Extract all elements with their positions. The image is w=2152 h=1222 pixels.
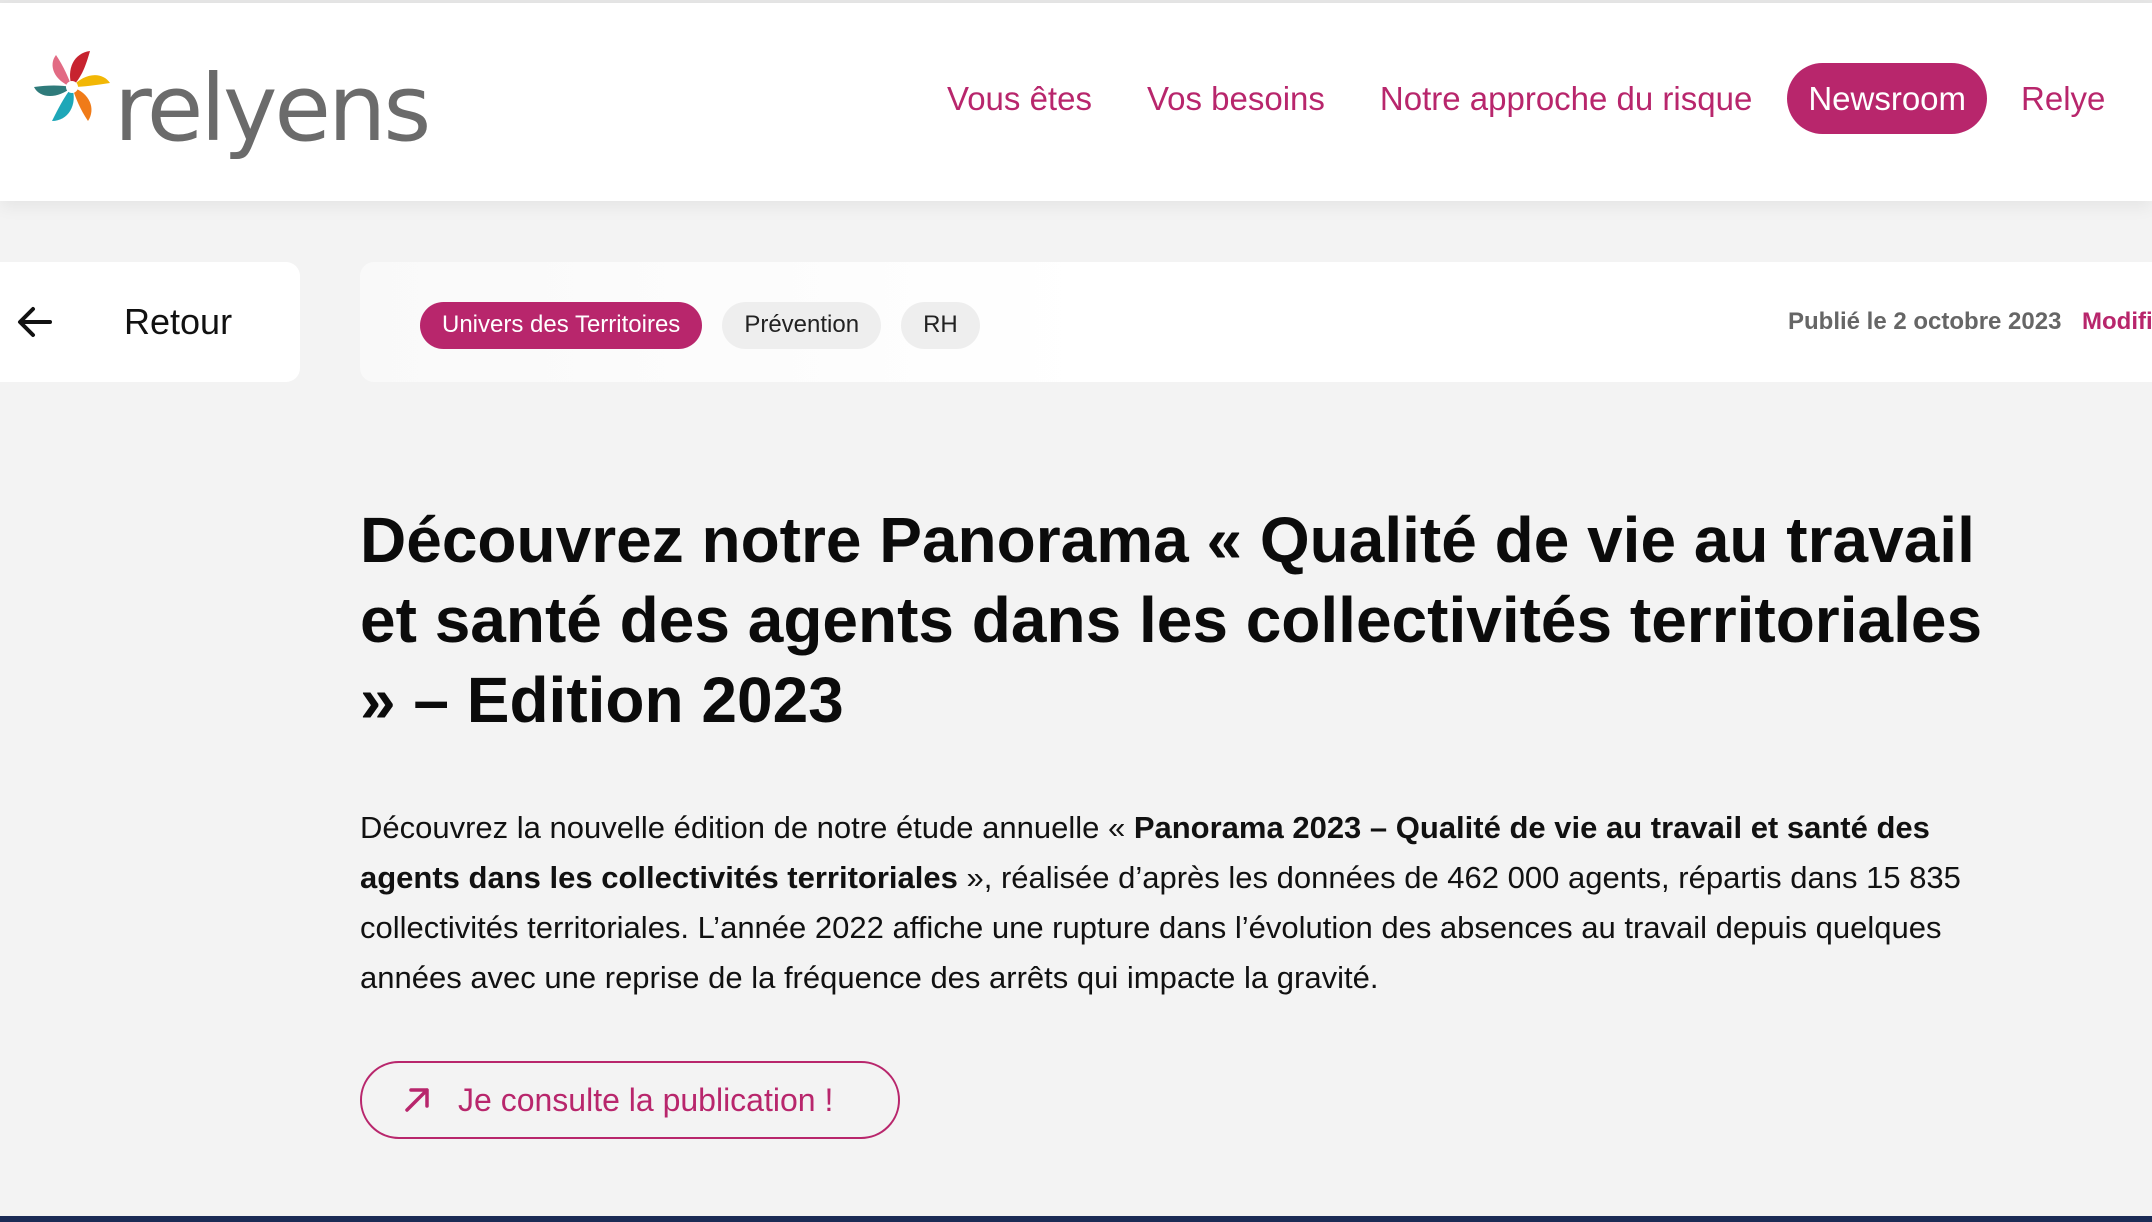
tag-rh[interactable]: RH	[901, 302, 980, 349]
nav-vos-besoins[interactable]: Vos besoins	[1147, 82, 1325, 115]
modified-link[interactable]: Modifi	[2082, 308, 2152, 336]
published-date: Publié le 2 octobre 2023	[1788, 308, 2062, 335]
article-meta-bar: Univers des Territoires Prévention RH Pu…	[360, 262, 2152, 382]
article-intro: Découvrez la nouvelle édition de notre é…	[360, 803, 2020, 1003]
back-button[interactable]: Retour	[0, 262, 300, 382]
article-title: Découvrez notre Panorama « Qualité de vi…	[360, 504, 1983, 736]
site-header: relyens Vous êtes Vos besoins Notre appr…	[0, 3, 2152, 201]
consult-publication-label: Je consulte la publication !	[458, 1081, 834, 1118]
footer-edge	[0, 1216, 2152, 1222]
arrow-left-icon	[18, 307, 52, 337]
consult-publication-button[interactable]: Je consulte la publication !	[360, 1061, 900, 1139]
nav-relyens-truncated[interactable]: Relye	[2021, 82, 2105, 115]
relyens-logo-icon	[34, 51, 110, 121]
tag-univers-des-territoires[interactable]: Univers des Territoires	[420, 302, 703, 349]
nav-newsroom[interactable]: Newsroom	[1787, 63, 1988, 134]
back-label: Retour	[124, 301, 233, 342]
tag-list: Univers des Territoires Prévention RH	[420, 302, 1000, 349]
main-nav: Vous êtes Vos besoins Notre approche du …	[947, 63, 2105, 134]
nav-notre-approche-du-risque[interactable]: Notre approche du risque	[1380, 82, 1752, 115]
arrow-up-right-icon	[405, 1088, 429, 1112]
relyens-logo[interactable]: relyens	[32, 47, 431, 162]
tag-prevention[interactable]: Prévention	[722, 302, 882, 349]
nav-vous-etes[interactable]: Vous êtes	[947, 82, 1092, 115]
intro-text-start: Découvrez la nouvelle édition de notre é…	[360, 810, 1134, 845]
logo-wordmark: relyens	[114, 55, 431, 162]
